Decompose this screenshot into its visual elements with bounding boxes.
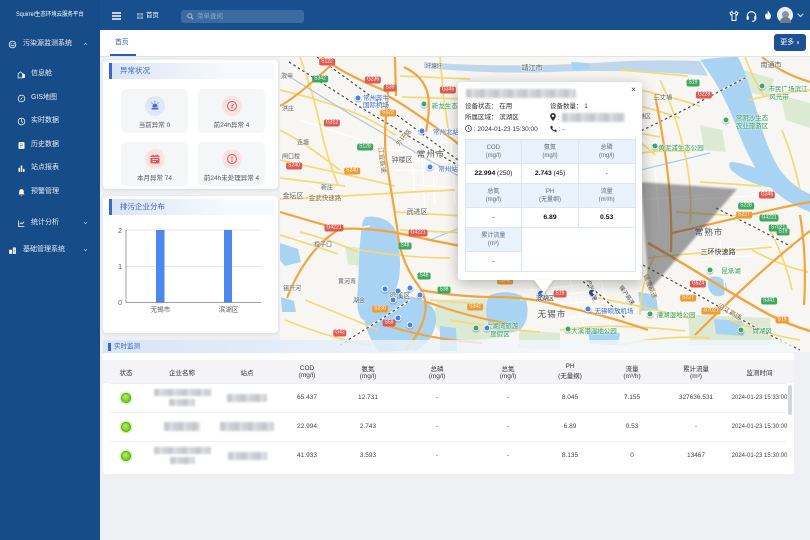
svg-text:2: 2 <box>118 228 122 235</box>
svg-text:1: 1 <box>118 264 122 271</box>
svg-text:无锡市: 无锡市 <box>151 305 171 314</box>
svg-text:0: 0 <box>118 300 122 307</box>
svg-text:滨湖区: 滨湖区 <box>219 305 239 314</box>
